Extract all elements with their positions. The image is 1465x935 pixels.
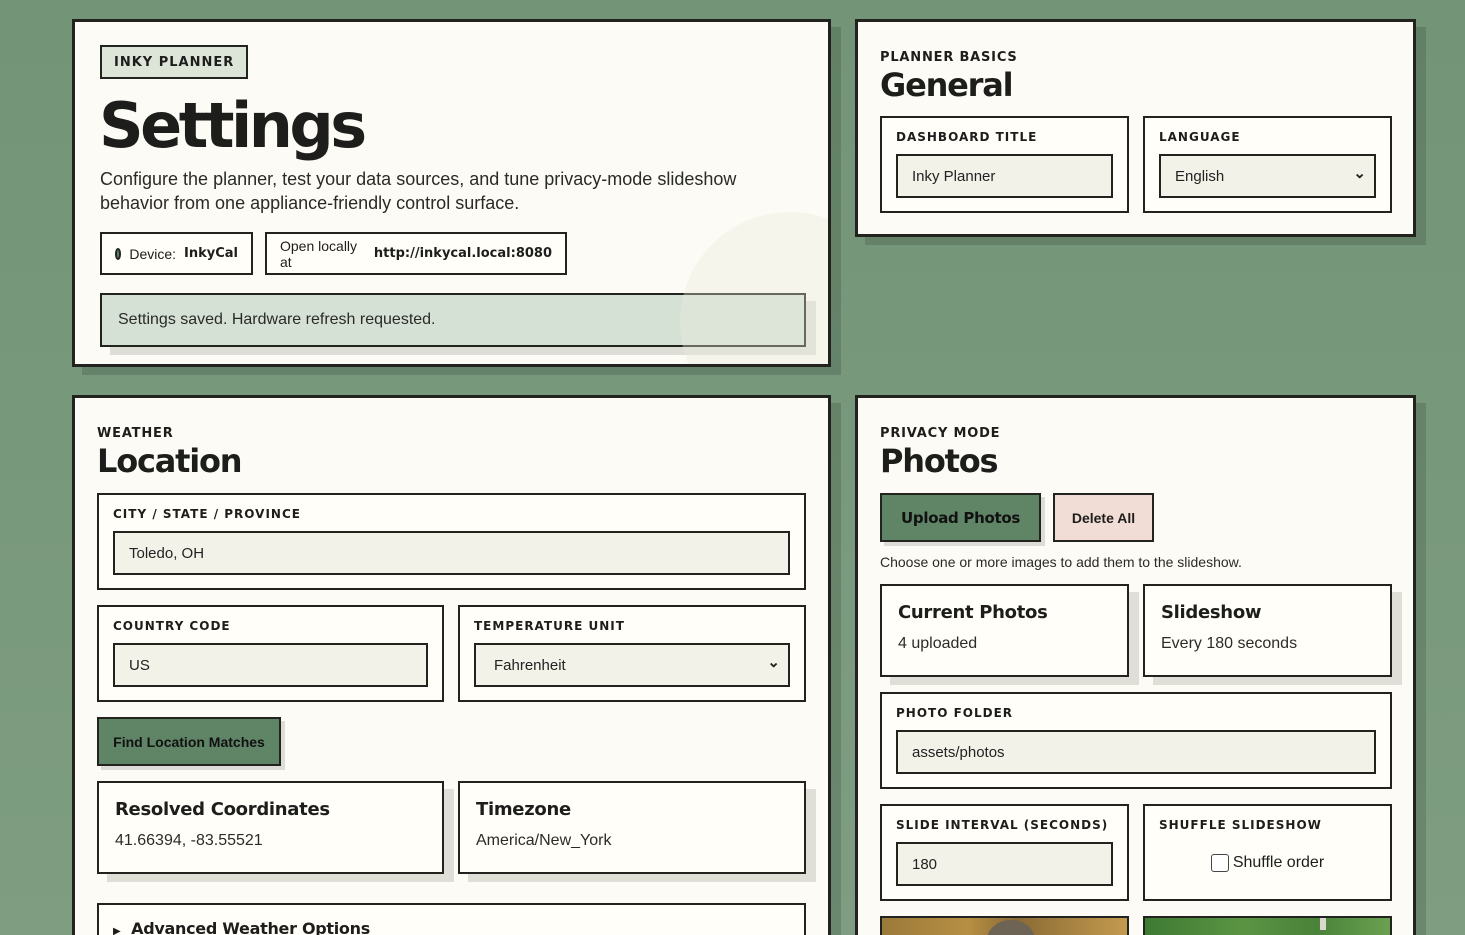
location-kicker: WEATHER (97, 426, 174, 441)
language-field: LANGUAGE English (1143, 116, 1392, 213)
city-input[interactable]: Toledo, OH (113, 531, 790, 575)
grass-detail (1320, 918, 1326, 930)
general-title: General (880, 66, 1014, 104)
photo-thumbnail[interactable] (880, 916, 1129, 935)
country-code-input[interactable]: US (113, 643, 428, 687)
shuffle-slideshow-field: SHUFFLE SLIDESHOW Shuffle order (1143, 804, 1392, 901)
advanced-weather-options[interactable]: ▶ Advanced Weather Options (97, 903, 806, 935)
device-pill: Device: InkyCal (100, 232, 253, 275)
slideshow-card: Slideshow Every 180 seconds (1143, 584, 1392, 677)
location-card: WEATHER Location CITY / STATE / PROVINCE… (72, 395, 831, 935)
local-url-link[interactable]: http://inkycal.local:8080 (374, 246, 552, 261)
timezone-card: Timezone America/New_York (458, 781, 806, 874)
general-kicker: PLANNER BASICS (880, 50, 1018, 65)
photos-card: PRIVACY MODE Photos Upload Photos Delete… (855, 395, 1416, 935)
upload-photos-button[interactable]: Upload Photos (880, 493, 1041, 542)
temperature-unit-select[interactable]: Fahrenheit (474, 643, 790, 687)
current-photos-card: Current Photos 4 uploaded (880, 584, 1129, 677)
shuffle-checkbox[interactable] (1210, 854, 1229, 872)
slide-interval-input[interactable]: 180 (896, 842, 1113, 886)
temperature-unit-field: TEMPERATURE UNIT Fahrenheit (458, 605, 806, 702)
general-card: PLANNER BASICS General DASHBOARD TITLE I… (855, 19, 1416, 237)
local-url-pill: Open locally at http://inkycal.local:808… (265, 232, 567, 275)
city-field: CITY / STATE / PROVINCE Toledo, OH (97, 493, 806, 590)
dashboard-title-field: DASHBOARD TITLE Inky Planner (880, 116, 1129, 213)
photo-folder-field: PHOTO FOLDER assets/photos (880, 692, 1392, 789)
upload-hint: Choose one or more images to add them to… (880, 554, 1242, 570)
app-badge: INKY PLANNER (100, 45, 249, 79)
resolved-coordinates-card: Resolved Coordinates 41.66394, -83.55521 (97, 781, 444, 874)
settings-header-card: INKY PLANNER Settings Configure the plan… (72, 19, 831, 367)
cat-shape (987, 920, 1035, 935)
location-title: Location (97, 442, 243, 480)
photos-kicker: PRIVACY MODE (880, 426, 1001, 441)
page-description: Configure the planner, test your data so… (100, 169, 737, 213)
language-select[interactable]: English (1159, 154, 1376, 198)
disclosure-triangle-icon: ▶ (113, 926, 121, 935)
country-code-field: COUNTRY CODE US (97, 605, 444, 702)
slide-interval-field: SLIDE INTERVAL (SECONDS) 180 (880, 804, 1129, 901)
photo-folder-input[interactable]: assets/photos (896, 730, 1376, 774)
delete-all-button[interactable]: Delete All (1053, 493, 1154, 542)
device-status-dot (115, 247, 122, 260)
decorative-circle (680, 212, 828, 364)
dashboard-title-input[interactable]: Inky Planner (896, 154, 1113, 198)
shuffle-order-option[interactable]: Shuffle order (1145, 854, 1390, 872)
page-title: Settings (99, 89, 367, 162)
photo-thumbnail[interactable] (1143, 916, 1392, 935)
find-location-button[interactable]: Find Location Matches (97, 717, 281, 766)
photos-title: Photos (880, 442, 999, 480)
